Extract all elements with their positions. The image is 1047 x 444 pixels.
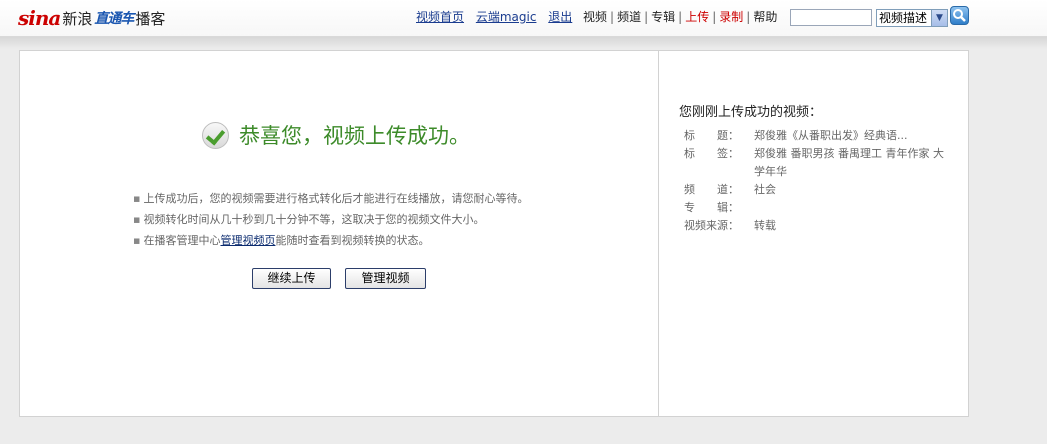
tip-item: ▪ 视频转化时间从几十秒到几十分钟不等，这取决于您的视频文件大小。 bbox=[133, 213, 485, 226]
nav-upload[interactable]: 上传 bbox=[685, 10, 709, 24]
header-shadow bbox=[0, 37, 1047, 49]
nav-video[interactable]: 视频 bbox=[583, 10, 607, 24]
info-channel-value: 社会 bbox=[754, 183, 776, 196]
info-tags-value: 郑俊雅 番职男孩 番禺理工 青年作家 大学年华 bbox=[754, 147, 944, 178]
logo-brand: 直通车 bbox=[94, 11, 134, 27]
tip-item: ▪ 上传成功后，您的视频需要进行格式转化后才能进行在线播放，请您耐心等待。 bbox=[133, 192, 529, 205]
continue-upload-button[interactable]: 继续上传 bbox=[252, 268, 331, 289]
info-album-value bbox=[754, 199, 954, 217]
search-type-value: 视频描述 bbox=[879, 11, 928, 25]
manage-videos-button[interactable]: 管理视频 bbox=[345, 268, 426, 289]
tips-list: ▪ 上传成功后，您的视频需要进行格式转化后才能进行在线播放，请您耐心等待。 ▪ 视频… bbox=[133, 188, 528, 251]
nav-separator: | bbox=[746, 10, 751, 24]
logout-link[interactable]: 退出 bbox=[548, 10, 572, 24]
chevron-down-icon[interactable]: ▼ bbox=[931, 10, 947, 26]
search-type-select[interactable]: 视频描述 ▼ bbox=[876, 9, 948, 27]
bullet: ▪ bbox=[133, 213, 141, 226]
bullet: ▪ bbox=[133, 234, 141, 247]
sina-podcast-logo[interactable]: sina 新浪 直通车 播客 bbox=[18, 5, 165, 31]
bullet: ▪ bbox=[133, 192, 141, 205]
side-title: 您刚刚上传成功的视频： bbox=[679, 105, 823, 120]
success-message: 恭喜您，视频上传成功。 bbox=[202, 120, 470, 150]
logo-sina: sina bbox=[18, 6, 61, 30]
info-row-channel: 频 道： 社会 bbox=[684, 181, 954, 199]
main-nav: 视频 | 频道 | 专辑 | 上传 | 录制 | 帮助 bbox=[583, 8, 777, 25]
success-text: 恭喜您，视频上传成功。 bbox=[239, 124, 470, 148]
nav-separator: | bbox=[678, 10, 683, 24]
top-links: 视频首页 云端magic 退出 bbox=[416, 8, 580, 25]
top-bar: sina 新浪 直通车 播客 视频首页 云端magic 退出 视频 | 频道 | 专辑 |… bbox=[0, 0, 1047, 37]
info-source-value: 转载 bbox=[754, 219, 776, 232]
nav-record[interactable]: 录制 bbox=[719, 10, 743, 24]
nav-channel[interactable]: 频道 bbox=[617, 10, 641, 24]
video-info-list: 标 题： 郑俊雅《从番职出发》经典语... 标 签： 郑俊雅 番职男孩 番禺理工 青… bbox=[684, 127, 954, 235]
nav-help[interactable]: 帮助 bbox=[753, 10, 777, 24]
check-icon bbox=[202, 121, 229, 149]
search-button[interactable] bbox=[950, 6, 969, 25]
info-title-value: 郑俊雅《从番职出发》经典语... bbox=[754, 129, 908, 142]
nav-separator: | bbox=[610, 10, 615, 24]
cloud-magic-link[interactable]: 云端magic bbox=[476, 10, 537, 24]
nav-album[interactable]: 专辑 bbox=[651, 10, 675, 24]
manage-video-page-link[interactable]: 管理视频页 bbox=[220, 234, 275, 247]
logo-boke: 播客 bbox=[135, 9, 166, 28]
search-input[interactable] bbox=[790, 9, 872, 26]
video-home-link[interactable]: 视频首页 bbox=[416, 10, 464, 24]
nav-separator: | bbox=[712, 10, 717, 24]
logo-xinlang: 新浪 bbox=[62, 9, 93, 28]
nav-separator: | bbox=[644, 10, 649, 24]
tip-item: ▪ 在播客管理中心管理视频页能随时查看到视频转换的状态。 bbox=[133, 234, 430, 247]
info-row-source: 视频来源： 转载 bbox=[684, 217, 954, 235]
info-row-title: 标 题： 郑俊雅《从番职出发》经典语... bbox=[684, 127, 954, 145]
info-row-tags: 标 签： 郑俊雅 番职男孩 番禺理工 青年作家 大学年华 bbox=[684, 145, 954, 181]
info-row-album: 专 辑： bbox=[684, 199, 954, 217]
search-icon bbox=[953, 9, 966, 22]
